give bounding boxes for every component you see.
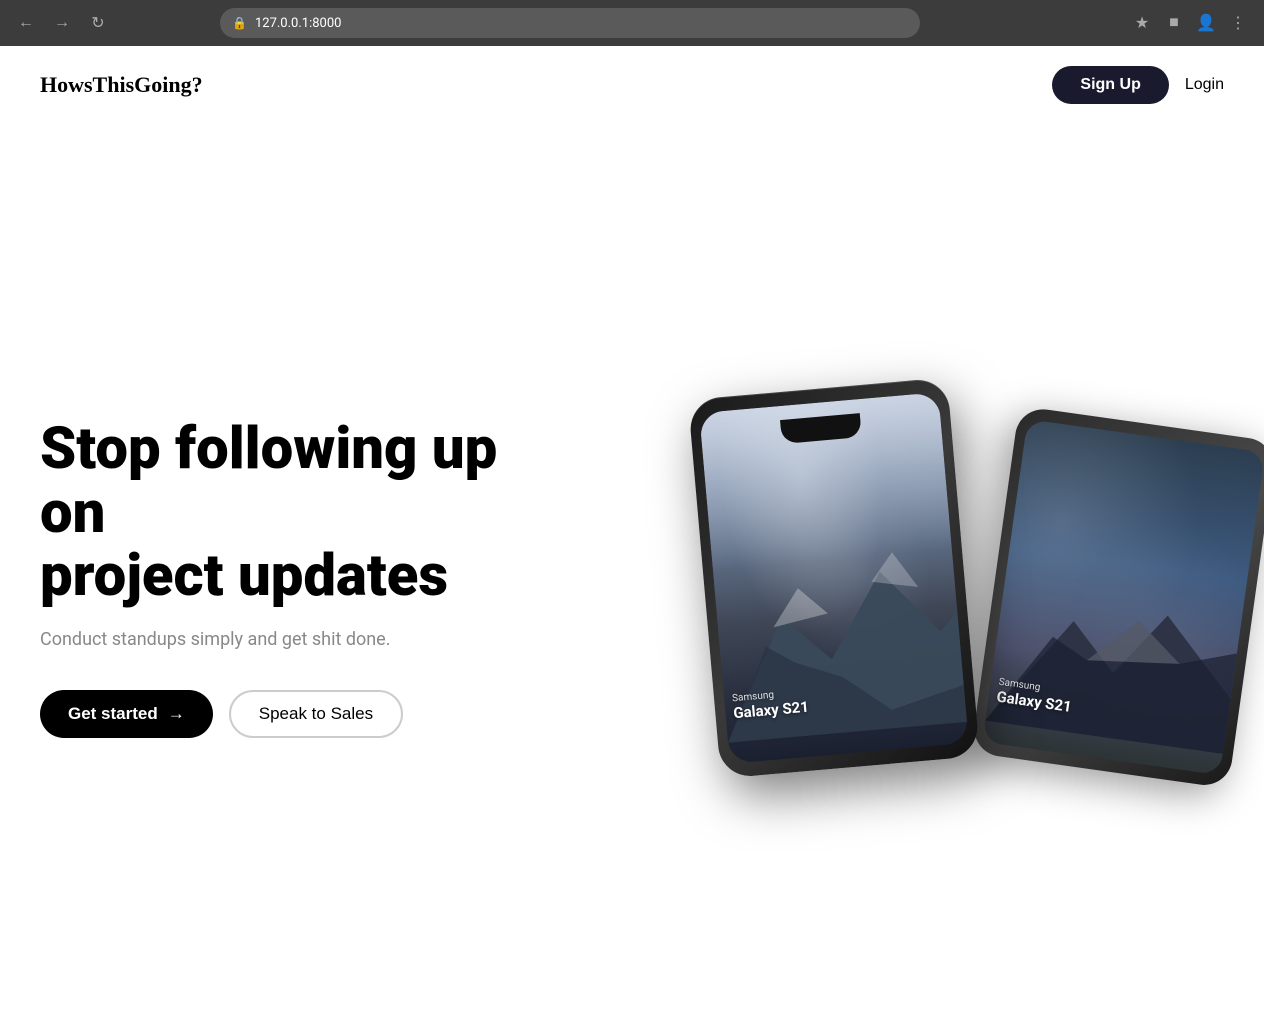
back-button[interactable]: ← xyxy=(12,9,40,37)
menu-button[interactable]: ⋮ xyxy=(1224,9,1252,37)
login-button[interactable]: Login xyxy=(1185,76,1224,94)
nav-actions: Sign Up Login xyxy=(1052,66,1224,104)
phone-front: Samsung Galaxy S21 xyxy=(688,377,980,778)
get-started-label: Get started xyxy=(68,704,158,724)
phones-container: Samsung Galaxy S21 xyxy=(644,368,1224,788)
hero-subtitle: Conduct standups simply and get shit don… xyxy=(40,629,570,650)
browser-actions: ★ ■ 👤 ⋮ xyxy=(1128,9,1252,37)
browser-chrome: ← → ↻ 🔒 127.0.0.1:8000 ★ ■ 👤 ⋮ xyxy=(0,0,1264,46)
hero-section: Stop following up on project updates Con… xyxy=(0,124,1264,1012)
security-icon: 🔒 xyxy=(232,16,247,30)
hero-title-line1: Stop following up on xyxy=(40,415,497,547)
arrow-icon: → xyxy=(168,704,185,724)
phones-mockup: Samsung Galaxy S21 xyxy=(644,368,1224,788)
phone-back-wallpaper xyxy=(982,419,1264,775)
bookmark-button[interactable]: ★ xyxy=(1128,9,1156,37)
hero-content: Stop following up on project updates Con… xyxy=(40,418,570,738)
extensions-button[interactable]: ■ xyxy=(1160,9,1188,37)
app-container: HowsThisGoing? Sign Up Login Stop follow… xyxy=(0,46,1264,1014)
phone-back-screen xyxy=(982,419,1264,775)
address-bar[interactable]: 🔒 127.0.0.1:8000 xyxy=(220,8,920,38)
hero-title: Stop following up on project updates xyxy=(40,418,570,609)
signup-button[interactable]: Sign Up xyxy=(1052,66,1168,104)
logo: HowsThisGoing? xyxy=(40,72,203,98)
profile-button[interactable]: 👤 xyxy=(1192,9,1220,37)
mountain-svg-back xyxy=(982,516,1251,775)
mountain-svg-front xyxy=(708,497,969,763)
hero-buttons: Get started → Speak to Sales xyxy=(40,690,570,738)
get-started-button[interactable]: Get started → xyxy=(40,690,213,738)
phone-back: Samsung Galaxy S21 xyxy=(971,406,1264,789)
url-text: 127.0.0.1:8000 xyxy=(255,16,342,31)
reload-button[interactable]: ↻ xyxy=(84,9,112,37)
navbar: HowsThisGoing? Sign Up Login xyxy=(0,46,1264,124)
forward-button[interactable]: → xyxy=(48,9,76,37)
hero-title-line2: project updates xyxy=(40,542,448,610)
speak-to-sales-button[interactable]: Speak to Sales xyxy=(229,690,403,738)
